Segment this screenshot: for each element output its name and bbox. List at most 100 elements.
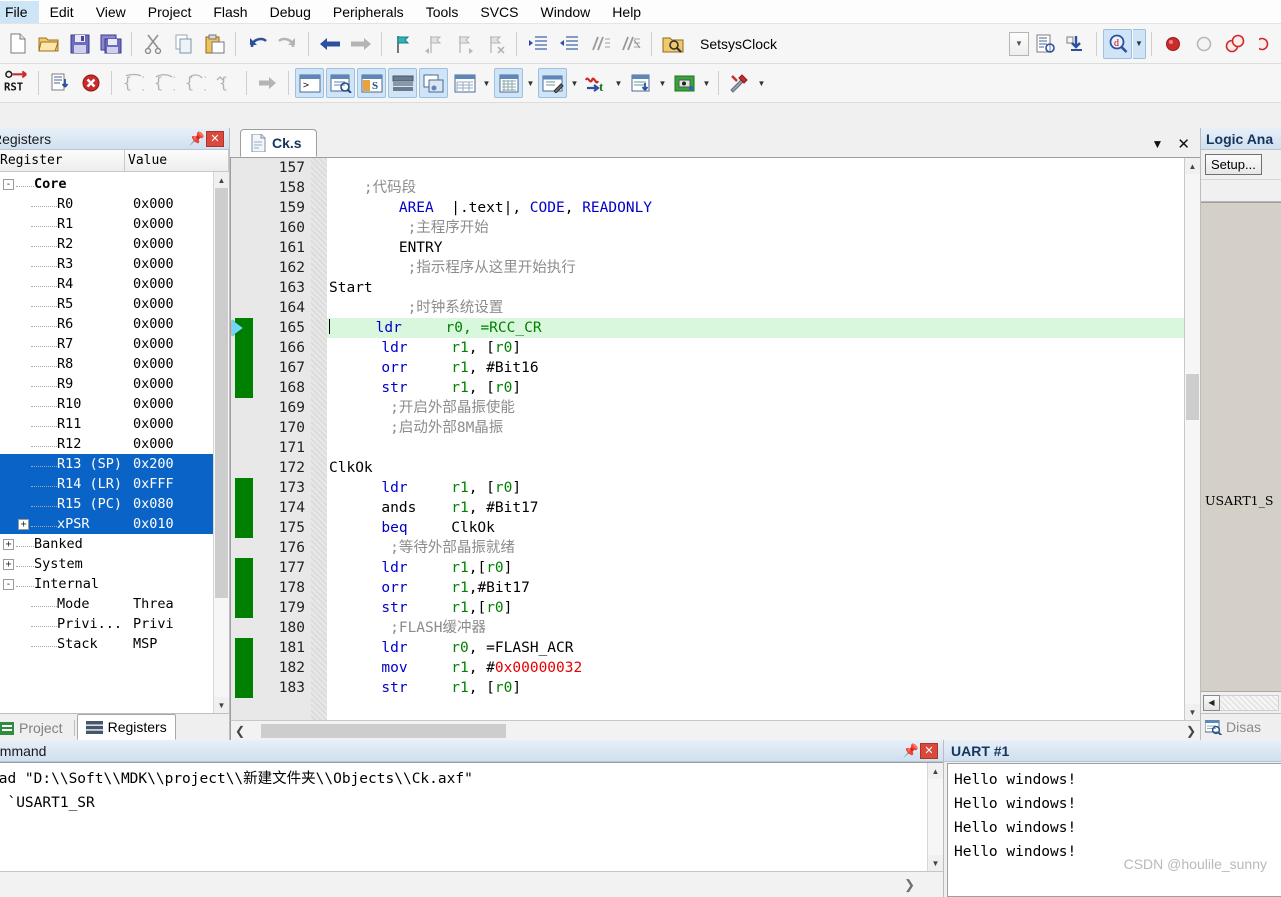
register-row[interactable]: + System	[0, 554, 213, 574]
close-icon[interactable]: ✕	[206, 130, 224, 147]
indent-icon[interactable]	[523, 29, 552, 59]
editor-execution-margin[interactable]	[231, 158, 253, 720]
scroll-right-icon[interactable]: ❯	[1182, 722, 1200, 740]
register-row[interactable]: Privi... Privi	[0, 614, 213, 634]
register-row[interactable]: R15 (PC) 0x080	[0, 494, 213, 514]
target-selector-arrow-icon[interactable]: ▼	[1009, 31, 1029, 56]
register-row[interactable]: R0 0x000	[0, 194, 213, 214]
navigate-back-icon[interactable]	[315, 29, 344, 59]
menu-help[interactable]: Help	[601, 1, 652, 23]
document-tab-ck-s[interactable]: Ck.s	[240, 129, 317, 157]
register-row[interactable]: Stack MSP	[0, 634, 213, 654]
serial-dropdown-icon[interactable]: ▼	[568, 68, 581, 98]
register-row[interactable]: R8 0x000	[0, 354, 213, 374]
manage-project-items-icon[interactable]	[1030, 29, 1059, 59]
save-icon[interactable]	[65, 29, 94, 59]
open-folder-icon[interactable]	[34, 29, 63, 59]
reset-cpu-icon[interactable]: RST	[3, 68, 32, 98]
symbols-window-icon[interactable]: S	[357, 68, 386, 98]
scroll-thumb[interactable]	[215, 188, 228, 598]
code-line[interactable]: ldr r1, [r0]	[327, 478, 1184, 498]
code-line[interactable]: ENTRY	[327, 238, 1184, 258]
disassembly-window-icon[interactable]	[326, 68, 355, 98]
watch-dropdown-icon[interactable]: ▼	[480, 68, 493, 98]
watch-window-icon[interactable]	[450, 68, 479, 98]
menu-tools[interactable]: Tools	[415, 1, 470, 23]
magnifier-dropdown-icon[interactable]: ▼	[1133, 28, 1146, 59]
scroll-left-icon[interactable]: ❮	[231, 722, 249, 740]
logic-analyzer-canvas[interactable]: USART1_S	[1201, 202, 1281, 691]
register-row[interactable]: R13 (SP) 0x200	[0, 454, 213, 474]
menu-window[interactable]: Window	[530, 1, 602, 23]
copy-icon[interactable]	[169, 29, 198, 59]
register-row[interactable]: R10 0x000	[0, 394, 213, 414]
scroll-thumb[interactable]	[1186, 374, 1199, 420]
show-next-statement-icon[interactable]	[253, 68, 282, 98]
register-row[interactable]: R1 0x000	[0, 214, 213, 234]
step-over-icon[interactable]: { }	[149, 68, 178, 98]
toolbox-icon[interactable]	[725, 68, 754, 98]
register-row[interactable]: R9 0x000	[0, 374, 213, 394]
scroll-track[interactable]	[928, 779, 943, 855]
command-window-icon[interactable]: >	[295, 68, 324, 98]
register-row[interactable]: R6 0x000	[0, 314, 213, 334]
register-row[interactable]: R4 0x000	[0, 274, 213, 294]
uncomment-icon[interactable]	[616, 29, 645, 59]
register-row[interactable]: - Internal	[0, 574, 213, 594]
scroll-down-icon[interactable]: ▼	[214, 697, 229, 713]
code-editor[interactable]: 157 158 159 160 161 162 163 164 165 166 167 168 169 1…	[230, 158, 1200, 720]
disable-breakpoint-icon[interactable]	[1189, 29, 1218, 59]
code-line[interactable]: ;启动外部8M晶振	[327, 418, 1184, 438]
scroll-up-icon[interactable]: ▲	[214, 172, 229, 188]
close-icon[interactable]: ✕	[1177, 135, 1190, 153]
menu-file[interactable]: File	[0, 0, 39, 23]
scroll-down-icon[interactable]: ▼	[1185, 704, 1200, 720]
logic-analyzer-horizontal-scrollbar[interactable]: ◀	[1201, 691, 1281, 713]
undo-icon[interactable]	[242, 29, 271, 59]
code-line[interactable]: str r1, [r0]	[327, 678, 1184, 698]
column-header-register[interactable]: Register	[0, 150, 125, 171]
menu-edit[interactable]: Edit	[39, 1, 85, 23]
scroll-thumb[interactable]	[261, 723, 506, 738]
tab-registers[interactable]: Registers	[76, 714, 176, 740]
code-line[interactable]: str r1, [r0]	[327, 378, 1184, 398]
step-into-icon[interactable]: { }	[118, 68, 147, 98]
memory-window-icon[interactable]	[494, 68, 523, 98]
code-line[interactable]: ands r1, #Bit17	[327, 498, 1184, 518]
command-input[interactable]: ❯	[0, 871, 943, 897]
bookmark-next-icon[interactable]	[450, 29, 479, 59]
code-line[interactable]: AREA |.text|, CODE, READONLY	[327, 198, 1184, 218]
menu-project[interactable]: Project	[137, 1, 203, 23]
navigate-forward-icon[interactable]	[346, 29, 375, 59]
code-line[interactable]: ;时钟系统设置	[327, 298, 1184, 318]
code-line[interactable]	[327, 158, 1184, 178]
code-line[interactable]: Start	[327, 278, 1184, 298]
registers-window-icon[interactable]	[388, 68, 417, 98]
menu-debug[interactable]: Debug	[259, 1, 322, 23]
code-line[interactable]: ;代码段	[327, 178, 1184, 198]
code-line[interactable]: ;FLASH缓冲器	[327, 618, 1184, 638]
command-output[interactable]: oad "D:\\Soft\\MDK\\project\\新建文件夹\\Obje…	[0, 762, 943, 871]
call-stack-window-icon[interactable]	[419, 68, 448, 98]
stop-icon[interactable]	[76, 68, 105, 98]
code-line[interactable]: ldr r0, =RCC_CR	[327, 318, 1184, 338]
code-line[interactable]: str r1,[r0]	[327, 598, 1184, 618]
editor-horizontal-scrollbar[interactable]: ❮ ❯	[230, 720, 1200, 740]
scroll-track[interactable]	[249, 723, 1182, 739]
code-line[interactable]: ldr r1, [r0]	[327, 338, 1184, 358]
menu-peripherals[interactable]: Peripherals	[322, 1, 415, 23]
collapse-icon[interactable]: -	[3, 178, 14, 190]
menu-view[interactable]: View	[85, 1, 137, 23]
magnifier-icon[interactable]: d	[1103, 28, 1132, 59]
cut-icon[interactable]	[138, 29, 167, 59]
run-to-cursor-icon[interactable]: { }	[211, 68, 240, 98]
save-all-icon[interactable]	[96, 29, 125, 59]
memory-dropdown-icon[interactable]: ▼	[524, 68, 537, 98]
analysis-dropdown-icon[interactable]: ▼	[612, 68, 625, 98]
redo-icon[interactable]	[273, 29, 302, 59]
kill-all-breakpoints-icon[interactable]	[1220, 29, 1249, 59]
tab-disassembly-label[interactable]: Disas	[1226, 719, 1261, 735]
code-line[interactable]: ldr r1,[r0]	[327, 558, 1184, 578]
register-row[interactable]: R11 0x000	[0, 414, 213, 434]
scroll-up-icon[interactable]: ▲	[928, 763, 943, 779]
